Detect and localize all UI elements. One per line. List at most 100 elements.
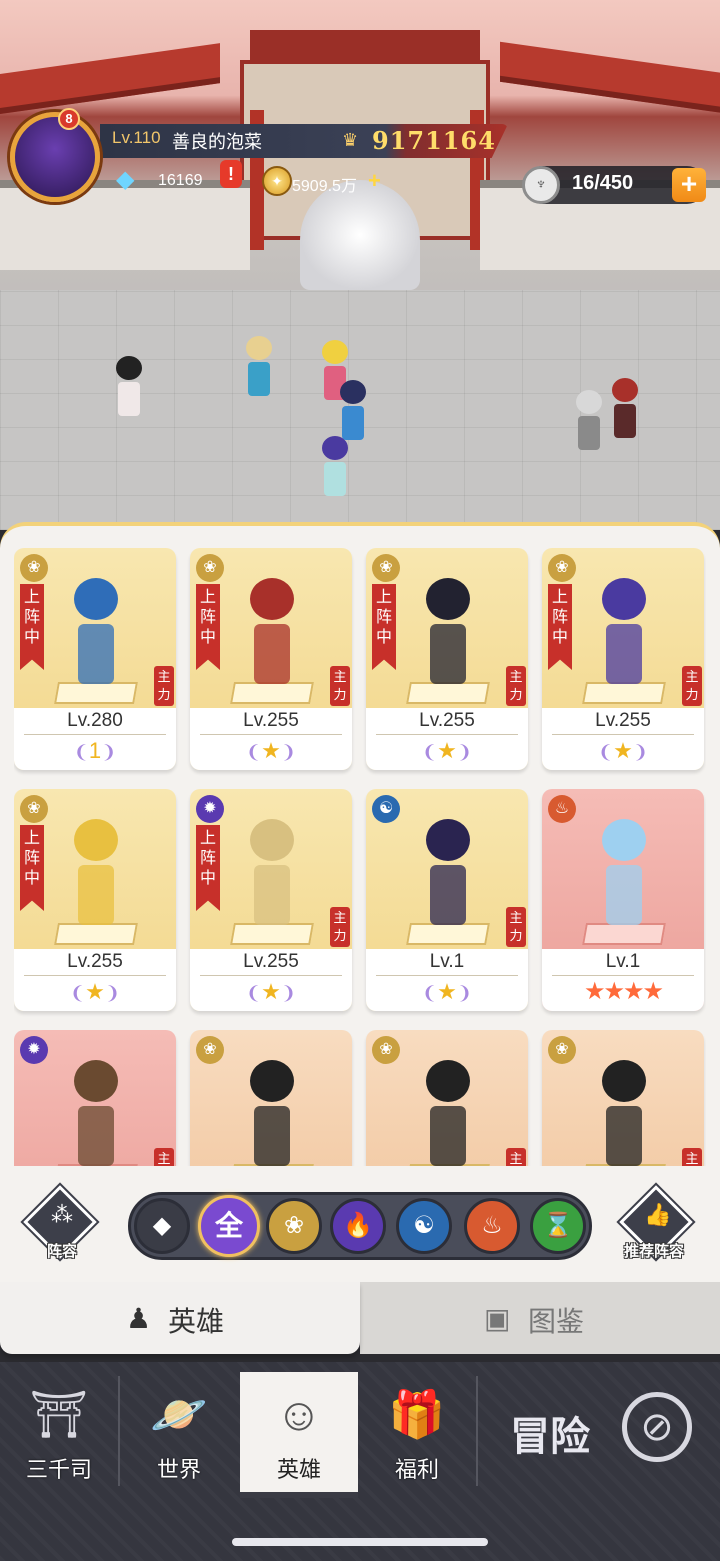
avatar-frame[interactable]: 8 <box>10 108 110 216</box>
nav-welfare-label: 福利 <box>394 1457 439 1482</box>
hero-sprite[interactable] <box>336 380 370 444</box>
divider <box>24 734 166 735</box>
filter-flame-icon[interactable]: 🔥 <box>330 1198 386 1254</box>
tab-codex[interactable]: ▣ 图鉴 <box>360 1282 720 1354</box>
hero-figure <box>420 578 476 690</box>
lotus-icon: ❀ <box>548 554 576 582</box>
hero-card[interactable]: ❀ 上阵中 主力 Lv.255 ❨★❩ <box>542 548 704 770</box>
filter-meditate-icon[interactable]: ♨ <box>464 1198 520 1254</box>
hero-card[interactable]: ✹ 上阵中 主力 Lv.255 ❨★❩ <box>190 789 352 1011</box>
rank-value: ★ <box>261 738 281 763</box>
player-name: 善良的泡菜 <box>172 132 262 152</box>
hero-figure <box>596 819 652 931</box>
courtyard-scene <box>0 0 720 530</box>
deployed-tag: 上阵中 <box>196 584 220 670</box>
hero-card[interactable]: ❀ 上阵中 Lv.255 ❨★❩ <box>14 789 176 1011</box>
gold-coin-icon: ✦ <box>262 166 292 196</box>
filter-dna-icon[interactable]: ⌛ <box>530 1198 586 1254</box>
book-icon: ▣ <box>484 1303 511 1334</box>
nav-adventure[interactable]: 冒险 ⊘ <box>480 1380 720 1490</box>
deployed-tag: 上阵中 <box>20 825 44 911</box>
stamina-count: 16/450 <box>572 172 634 194</box>
hero-card[interactable]: ❀ <box>190 1030 352 1166</box>
nav-hero[interactable]: ☺ 英雄 <box>240 1372 358 1498</box>
hero-sprite[interactable] <box>572 390 606 454</box>
power-icon: ♛ <box>342 130 359 150</box>
nav-world-label: 世界 <box>156 1457 201 1482</box>
main-force-tag: 主力 <box>506 666 526 706</box>
compass-icon: ⊘ <box>622 1392 692 1462</box>
right-roof <box>500 41 720 119</box>
hero-sprite[interactable] <box>608 378 642 442</box>
hero-card[interactable]: ✹ 主 <box>14 1030 176 1166</box>
filter-lotus-icon[interactable]: ❀ <box>266 1198 322 1254</box>
lotus-icon: ❀ <box>196 1036 224 1064</box>
nav-home[interactable]: ⛩ 三千司 <box>0 1372 118 1498</box>
lotus-icon: ❀ <box>20 795 48 823</box>
rank-value: ★ <box>437 738 457 763</box>
divider <box>24 975 166 976</box>
divider <box>376 734 518 735</box>
hero-card[interactable]: ☯ 主力 Lv.1 ❨★❩ <box>366 789 528 1011</box>
player-level: Lv.110 <box>112 128 161 147</box>
app-root: 8 Lv.110 善良的泡菜 ♛ 9171164 ◆ 16169 ! ✦ 590… <box>0 0 720 1561</box>
avatar[interactable] <box>10 112 100 202</box>
diamond-count: 16169 <box>158 172 203 189</box>
thumbs-up-icon: 👍 <box>644 1202 672 1227</box>
main-force-tag: 主 <box>154 1148 174 1166</box>
hero-card[interactable]: ❀ 上阵中 主力 Lv.255 ❨★❩ <box>190 548 352 770</box>
hero-figure <box>420 819 476 931</box>
rank-value: ★ <box>261 979 281 1004</box>
recommend-lineup-button[interactable]: 👍 推荐阵容 <box>618 1185 698 1264</box>
hero-figure <box>596 1060 652 1166</box>
deployed-tag: 上阵中 <box>372 584 396 670</box>
add-gold-button[interactable]: + <box>368 168 381 194</box>
nav-home-label: 三千司 <box>25 1457 92 1482</box>
divider <box>552 975 694 976</box>
alert-badge[interactable]: ! <box>220 160 242 188</box>
lotus-icon: ❀ <box>196 554 224 582</box>
combat-power: 9171164 <box>372 126 496 155</box>
temple-icon: ⛩ <box>29 1388 89 1440</box>
nav-welfare[interactable]: 🎁 福利 <box>358 1372 476 1498</box>
hero-figure <box>68 819 124 931</box>
home-indicator[interactable] <box>232 1538 488 1546</box>
tab-hero[interactable]: ♟ 英雄 <box>0 1282 360 1354</box>
hero-level: Lv.280 <box>67 710 123 731</box>
nav-world[interactable]: 🪐 世界 <box>120 1372 238 1498</box>
add-stamina-button[interactable]: + <box>672 168 706 202</box>
vip-badge: 8 <box>58 108 80 130</box>
hero-sprite[interactable] <box>318 436 352 500</box>
rank-badge: ❨1❩ <box>73 738 117 763</box>
hero-figure <box>244 819 300 931</box>
hero-card[interactable]: ❀ 上阵中 主力 Lv.280 ❨1❩ <box>14 548 176 770</box>
hero-card[interactable]: ♨ Lv.1 ★★★★ <box>542 789 704 1011</box>
hero-card[interactable]: ❀ 上阵中 主力 Lv.255 ❨★❩ <box>366 548 528 770</box>
gift-box-icon: 🎁 <box>388 1388 446 1440</box>
hero-sprite[interactable] <box>112 356 146 420</box>
filter-all-button[interactable]: 全 <box>198 1195 260 1257</box>
filter-grade-filter-icon[interactable]: ◆ <box>134 1198 190 1254</box>
fox-statue <box>300 180 420 290</box>
diamond-icon: ◆ <box>116 166 135 193</box>
lotus-icon: ❀ <box>548 1036 576 1064</box>
hero-card[interactable]: ❀ 主 <box>542 1030 704 1166</box>
hero-tab-icon: ♟ <box>126 1303 152 1334</box>
hero-card[interactable]: ❀ 主 <box>366 1030 528 1166</box>
planet-icon: 🪐 <box>150 1388 208 1440</box>
meditate-icon: ♨ <box>548 795 576 823</box>
stamina-icon: ♆ <box>522 166 560 204</box>
hero-level: Lv.255 <box>595 710 651 731</box>
hero-figure <box>596 578 652 690</box>
filter-swirl-icon[interactable]: ☯ <box>396 1198 452 1254</box>
hero-figure <box>68 578 124 690</box>
main-force-tag: 主力 <box>154 666 174 706</box>
deployed-tag: 上阵中 <box>548 584 572 670</box>
divider <box>200 734 342 735</box>
flame-icon: ✹ <box>20 1036 48 1064</box>
hero-level: Lv.255 <box>419 710 475 731</box>
lineup-button[interactable]: ⁂ 阵容 <box>23 1185 98 1264</box>
rank-badge: ❨★❩ <box>246 738 296 763</box>
rank-value: 1 <box>88 738 102 763</box>
hero-sprite[interactable] <box>242 336 276 400</box>
